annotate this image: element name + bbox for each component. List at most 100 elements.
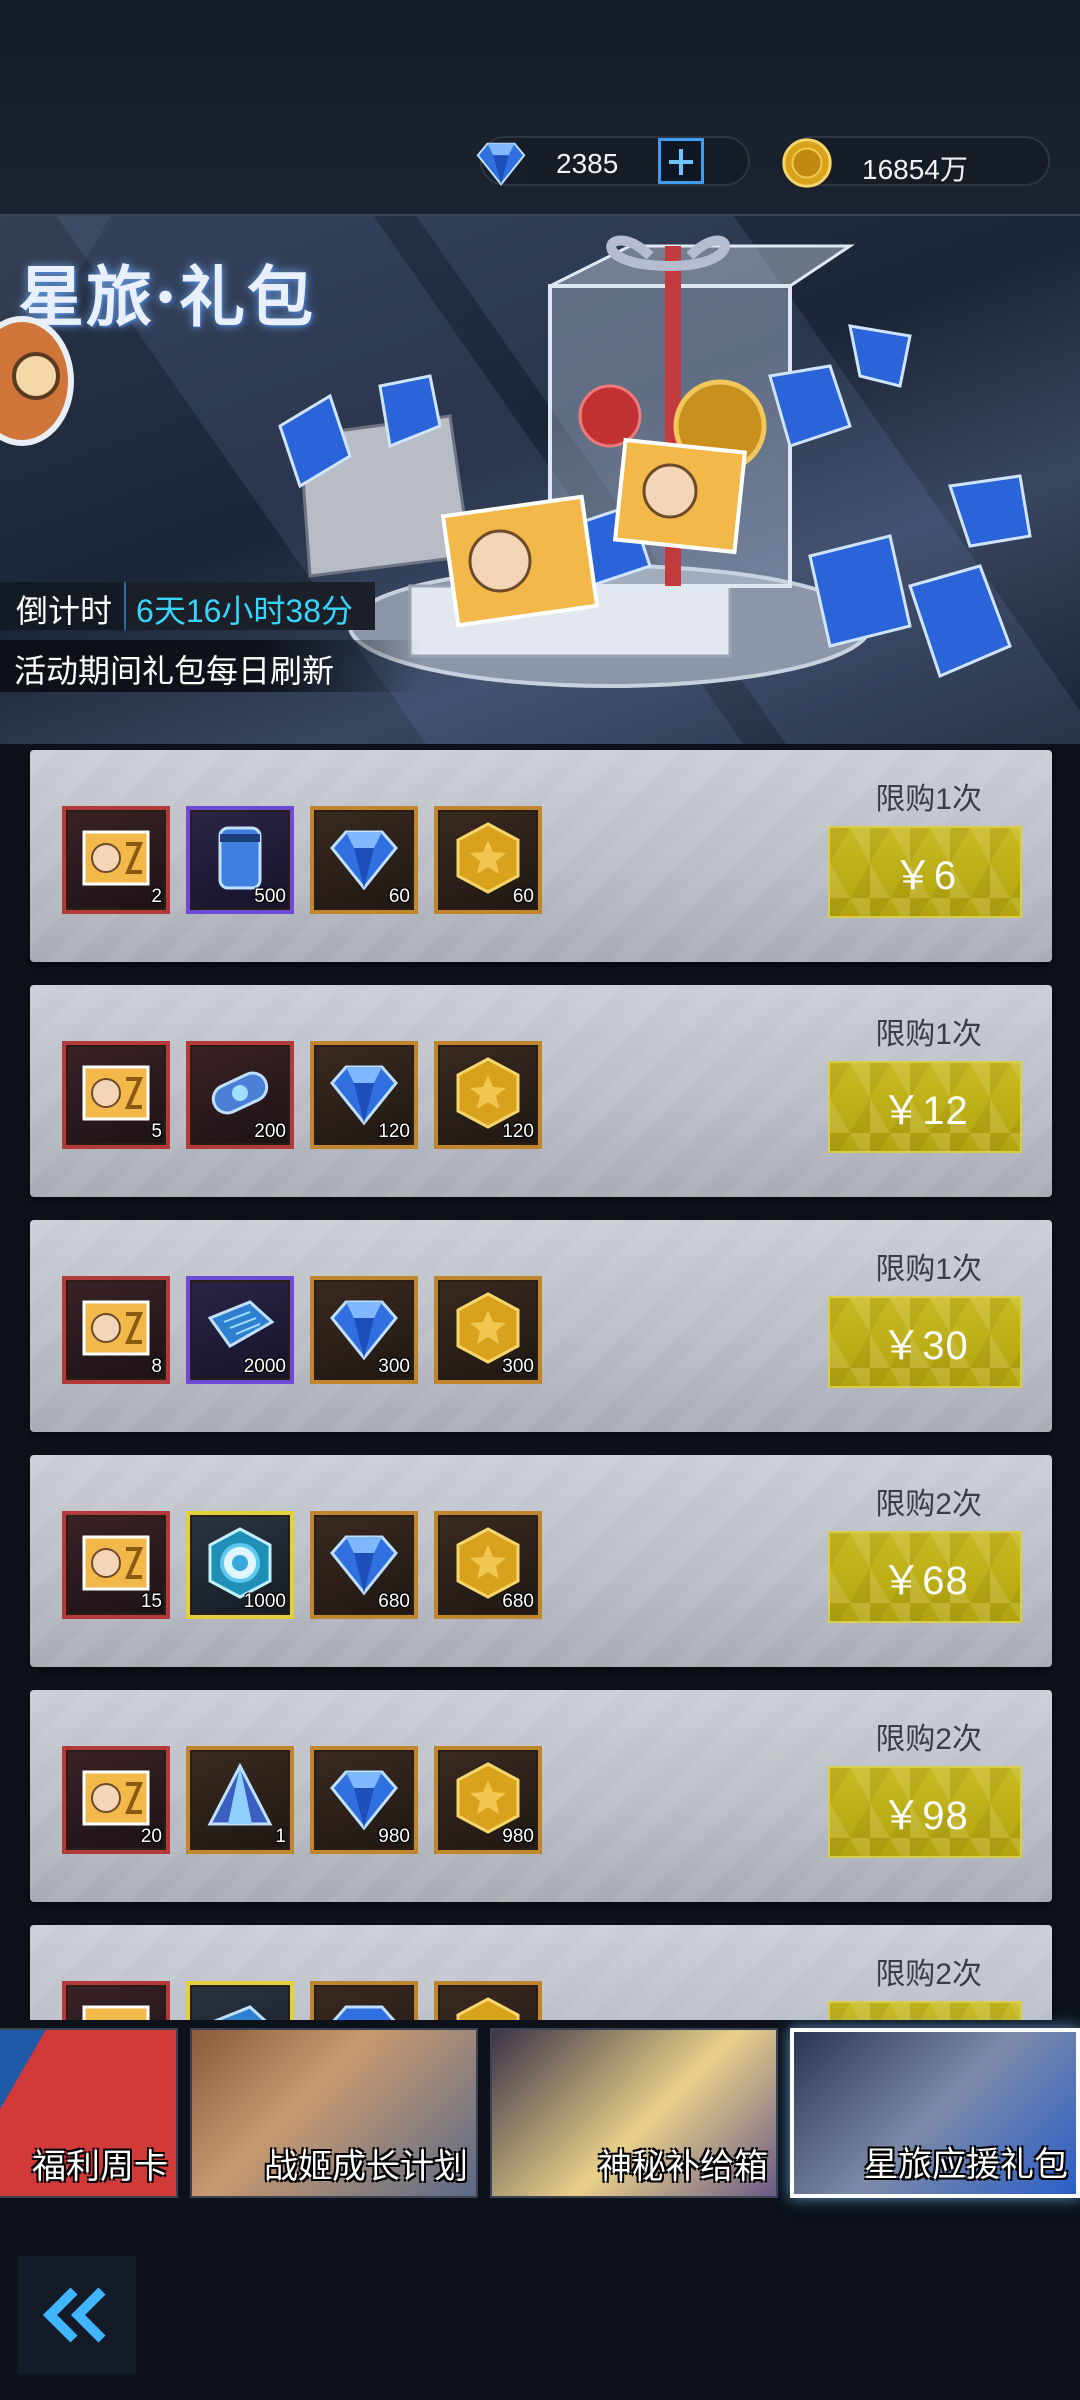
gold-hexagon-icon	[456, 1997, 520, 2020]
item-slot[interactable]: 60	[310, 806, 418, 914]
item-slot[interactable]: 120	[310, 1041, 418, 1149]
pack-card: 8 2000 300 300 限购1次 ￥30	[30, 1220, 1052, 1432]
item-slot[interactable]: 980	[434, 1746, 542, 1854]
ticket-icon	[82, 2005, 150, 2020]
tab-label: 星旅应援礼包	[864, 2146, 1068, 2184]
item-slot[interactable]: 15	[62, 1511, 170, 1619]
purchase-limit: 限购2次	[875, 1488, 982, 1521]
buy-button[interactable]: ￥68	[828, 1531, 1022, 1623]
bottom-tab-bar: 福利周卡 战姬成长计划 神秘补给箱 星旅应援礼包	[0, 2020, 1080, 2400]
item-slot[interactable]: 500	[186, 806, 294, 914]
item-quantity: 1000	[243, 1591, 286, 1612]
countdown: 倒计时 6天16小时38分	[0, 582, 376, 630]
item-slot[interactable]: 680	[310, 1511, 418, 1619]
countdown-label: 倒计时	[0, 582, 125, 630]
item-slot[interactable]	[434, 1981, 542, 2020]
pack-card: 2 500 60 60 限购1次 ￥6	[30, 750, 1052, 962]
price-label: ￥68	[881, 1559, 969, 1603]
item-slot[interactable]: 300	[434, 1276, 542, 1384]
diamond-icon	[476, 142, 526, 186]
item-quantity: 60	[512, 886, 534, 907]
buy-button[interactable]: ￥6	[828, 826, 1022, 918]
gem-currency: 2385	[476, 136, 750, 186]
item-slot[interactable]: 120	[434, 1041, 542, 1149]
item-slot[interactable]: 20	[62, 1746, 170, 1854]
tab-star-journey-pack[interactable]: 星旅应援礼包	[790, 2028, 1080, 2198]
item-quantity: 2	[151, 886, 162, 907]
tab-label: 福利周卡	[32, 2148, 168, 2186]
double-chevron-left-icon	[42, 2287, 106, 2343]
item-quantity: 200	[254, 1121, 286, 1142]
purchase-limit: 限购1次	[875, 1018, 982, 1051]
item-quantity: 980	[502, 1826, 534, 1847]
item-slot[interactable]	[62, 1981, 170, 2020]
pack-items: 5 200 120 120	[62, 1041, 542, 1149]
purchase-limit: 限购2次	[875, 1723, 982, 1756]
item-slot[interactable]: 1	[186, 1746, 294, 1854]
gold-currency: 16854万	[782, 136, 1050, 188]
price-label: ￥30	[881, 1324, 969, 1368]
purchase-limit: 限购2次	[875, 1958, 982, 1991]
item-slot[interactable]: 200	[186, 1041, 294, 1149]
buy-button[interactable]	[828, 2001, 1022, 2020]
add-gems-button[interactable]	[658, 138, 704, 184]
price-label: ￥6	[892, 854, 958, 898]
item-slot[interactable]: 60	[434, 806, 542, 914]
gem-count: 2385	[556, 148, 619, 179]
crystal-prism-icon	[207, 1762, 273, 1826]
pack-items: 8 2000 300 300	[62, 1276, 542, 1384]
event-banner: 星旅·礼包 倒计时 6天16小时38分 活动期间礼包每日刷新	[0, 214, 1080, 744]
tab-weekly-card[interactable]: 福利周卡	[0, 2028, 178, 2198]
ticket-icon	[82, 830, 150, 886]
item-slot[interactable]: 980	[310, 1746, 418, 1854]
purchase-limit: 限购1次	[875, 1253, 982, 1286]
tab-label: 神秘补给箱	[598, 2148, 768, 2186]
tab-mystery-box[interactable]: 神秘补给箱	[490, 2028, 778, 2198]
ticket-icon	[82, 1065, 150, 1121]
item-slot[interactable]	[186, 1981, 294, 2020]
back-button[interactable]	[18, 2256, 136, 2374]
item-quantity: 980	[378, 1826, 410, 1847]
item-quantity: 1	[275, 1826, 286, 1847]
refresh-note: 活动期间礼包每日刷新	[0, 640, 420, 692]
item-quantity: 15	[140, 1591, 162, 1612]
pack-items: 15 1000 680 680	[62, 1511, 542, 1619]
buy-button[interactable]: ￥12	[828, 1061, 1022, 1153]
item-quantity: 5	[151, 1121, 162, 1142]
item-quantity: 120	[502, 1121, 534, 1142]
buy-button[interactable]: ￥30	[828, 1296, 1022, 1388]
item-quantity: 20	[140, 1826, 162, 1847]
pack-card: 20 1 980 980 限购2次 ￥98	[30, 1690, 1052, 1902]
purchase-limit: 限购1次	[875, 783, 982, 816]
item-quantity: 300	[502, 1356, 534, 1377]
pack-items: 2 500 60 60	[62, 806, 542, 914]
chip-board-icon	[213, 2005, 267, 2020]
countdown-value: 6天16小时38分	[124, 582, 376, 630]
item-quantity: 8	[151, 1356, 162, 1377]
pack-card: 5 200 120 120 限购1次 ￥12	[30, 985, 1052, 1197]
item-slot[interactable]: 8	[62, 1276, 170, 1384]
item-quantity: 680	[378, 1591, 410, 1612]
top-bar: 2385 16854万	[0, 0, 1080, 214]
item-quantity: 60	[388, 886, 410, 907]
item-quantity: 300	[378, 1356, 410, 1377]
pack-items: 20 1 980 980	[62, 1746, 542, 1854]
item-quantity: 500	[254, 886, 286, 907]
tab-growth-plan[interactable]: 战姬成长计划	[190, 2028, 478, 2198]
item-quantity: 120	[378, 1121, 410, 1142]
item-quantity: 2000	[243, 1356, 286, 1377]
price-label: ￥12	[881, 1089, 969, 1133]
pack-items	[62, 1981, 542, 2020]
item-slot[interactable]	[310, 1981, 418, 2020]
diamond-icon	[332, 2005, 396, 2020]
ticket-icon	[82, 1300, 150, 1356]
item-slot[interactable]: 5	[62, 1041, 170, 1149]
item-slot[interactable]: 680	[434, 1511, 542, 1619]
item-slot[interactable]: 2	[62, 806, 170, 914]
buy-button[interactable]: ￥98	[828, 1766, 1022, 1858]
pack-list[interactable]: 2 500 60 60 限购1次 ￥6 5 200 120 120 限购1次 ￥…	[0, 744, 1080, 2020]
pack-card: 限购2次	[30, 1925, 1052, 2020]
item-slot[interactable]: 300	[310, 1276, 418, 1384]
item-slot[interactable]: 1000	[186, 1511, 294, 1619]
item-slot[interactable]: 2000	[186, 1276, 294, 1384]
